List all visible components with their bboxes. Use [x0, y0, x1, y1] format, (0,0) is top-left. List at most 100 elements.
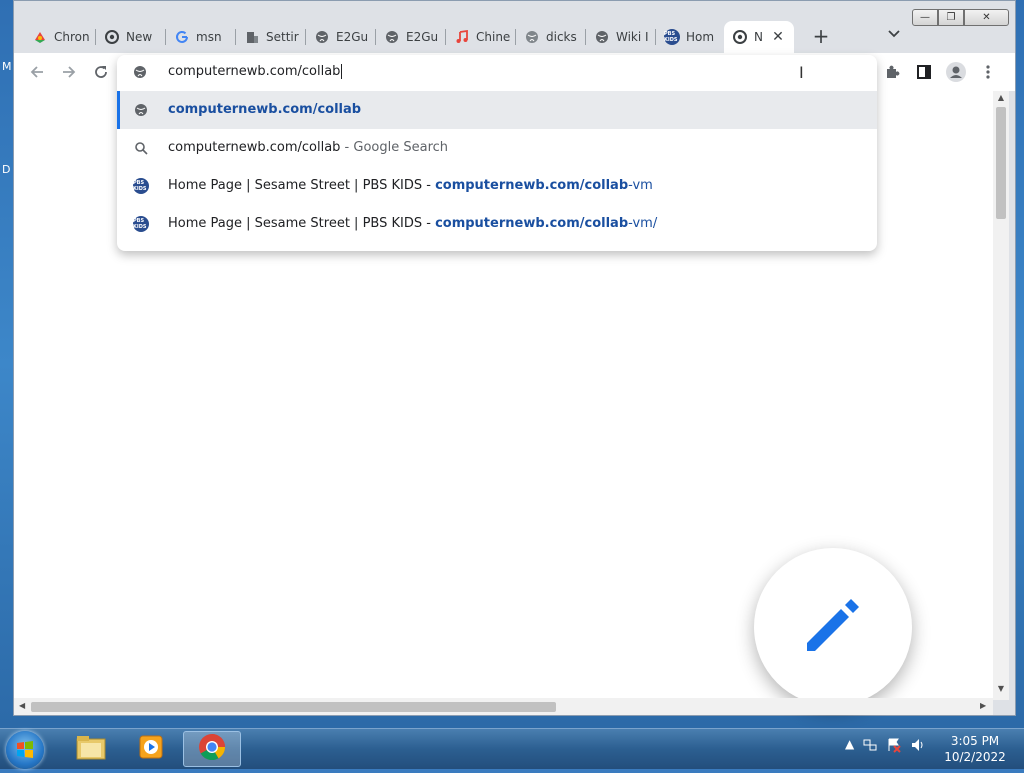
address-input: computernewb.com/collab: [168, 64, 343, 79]
globe-icon: [133, 102, 149, 118]
globe-icon: [524, 29, 540, 45]
suggestion-bold: computernewb.com/collab: [168, 102, 362, 117]
suggestion-bold: computernewb.com/collab: [435, 178, 629, 193]
taskbar-clock[interactable]: 3:05 PM 10/2/2022: [940, 733, 1010, 765]
desktop-icon-label: M: [2, 60, 12, 73]
text-cursor-icon: I: [799, 63, 804, 82]
taskbar: ▲ 3:05 PM 10/2/2022: [0, 728, 1024, 769]
horizontal-scrollbar[interactable]: ◀ ▶: [14, 698, 993, 715]
scroll-right-icon[interactable]: ▶: [980, 701, 986, 710]
horizontal-scroll-thumb[interactable]: [31, 702, 556, 712]
scroll-left-icon[interactable]: ◀: [19, 701, 25, 710]
forward-icon[interactable]: [59, 62, 79, 82]
chrome-icon: [732, 29, 748, 45]
media-player-icon: [136, 732, 166, 766]
tab-new[interactable]: New: [96, 21, 166, 53]
chrome-window: Chron New msn Settir E2Gu E2Gu Chine dic…: [13, 0, 1016, 716]
vertical-scroll-thumb[interactable]: [996, 107, 1006, 219]
building-icon: [244, 29, 260, 45]
tab-home[interactable]: PBS KIDS Hom: [656, 21, 724, 53]
windows-logo-icon: [17, 741, 33, 758]
tab-search-chevron-icon[interactable]: [884, 27, 904, 47]
minimize-button[interactable]: —: [912, 9, 938, 26]
action-center-flag-icon[interactable]: [886, 737, 902, 756]
suggestion-bold: computernewb.com/collab: [435, 216, 629, 231]
tab-e2gu-2[interactable]: E2Gu: [376, 21, 446, 53]
omnibox-dropdown: computernewb.com/collab I computernewb.c…: [117, 55, 877, 251]
google-icon: [174, 29, 190, 45]
suggestion-history[interactable]: PBS KIDS Home Page | Sesame Street | PBS…: [117, 205, 877, 243]
tab-msn[interactable]: msn: [166, 21, 236, 53]
search-icon: [133, 140, 149, 156]
vertical-scrollbar[interactable]: ▲ ▼: [993, 91, 1009, 700]
clock-date: 10/2/2022: [944, 750, 1006, 764]
pbs-kids-icon: PBS KIDS: [133, 216, 149, 232]
volume-icon[interactable]: [910, 737, 926, 756]
restore-button[interactable]: ❐: [938, 9, 964, 26]
system-tray: ▲: [845, 737, 926, 756]
reload-icon[interactable]: [91, 62, 111, 82]
suggestion-url[interactable]: computernewb.com/collab: [117, 91, 877, 129]
scroll-down-icon[interactable]: ▼: [996, 684, 1006, 696]
globe-icon: [594, 29, 610, 45]
globe-icon: [133, 65, 147, 83]
pbs-kids-icon: PBS KIDS: [664, 29, 680, 45]
tab-label: msn: [196, 30, 222, 44]
address-input-text[interactable]: computernewb.com/collab: [168, 64, 340, 79]
music-note-icon: [454, 29, 470, 45]
suggestion-rest: -vm: [628, 178, 653, 193]
profile-avatar-icon[interactable]: [946, 62, 966, 82]
chrome-icon: [104, 29, 120, 45]
menu-kebab-icon[interactable]: [978, 62, 998, 82]
suggestion-history[interactable]: PBS KIDS Home Page | Sesame Street | PBS…: [117, 167, 877, 205]
extensions-puzzle-icon[interactable]: [882, 62, 902, 82]
suggestion-text: computernewb.com/collab: [168, 140, 341, 155]
tab-chine[interactable]: Chine: [446, 21, 516, 53]
pencil-icon: [801, 593, 865, 661]
suggestion-title: Home Page | Sesame Street | PBS KIDS -: [168, 178, 436, 193]
tab-label: E2Gu: [336, 30, 369, 44]
tab-label: dicks: [546, 30, 577, 44]
network-icon[interactable]: [862, 737, 878, 756]
tab-active[interactable]: N ✕: [724, 21, 794, 53]
folder-icon: [75, 733, 107, 765]
chrome-logo-icon: [197, 732, 227, 766]
tab-settings[interactable]: Settir: [236, 21, 306, 53]
desktop-icon-label: D: [2, 163, 11, 176]
start-button[interactable]: [6, 731, 44, 769]
globe-icon: [314, 29, 330, 45]
tab-strip: Chron New msn Settir E2Gu E2Gu Chine dic…: [14, 1, 1015, 53]
show-hidden-icons-icon[interactable]: ▲: [845, 737, 854, 756]
clock-time: 3:05 PM: [950, 734, 1000, 748]
new-tab-button[interactable]: +: [809, 26, 833, 48]
media-player-taskbar-button[interactable]: [122, 731, 180, 767]
chrome-taskbar-button[interactable]: [183, 731, 241, 767]
back-icon[interactable]: [27, 62, 47, 82]
tab-label: E2Gu: [406, 30, 439, 44]
tab-label: Hom: [686, 30, 715, 44]
scroll-up-icon[interactable]: ▲: [996, 93, 1006, 105]
explorer-taskbar-button[interactable]: [62, 731, 120, 767]
text-caret: [341, 64, 343, 79]
tab-e2gu-1[interactable]: E2Gu: [306, 21, 376, 53]
chrome-logo-icon: [32, 29, 48, 45]
suggestion-title: Home Page | Sesame Street | PBS KIDS -: [168, 216, 436, 231]
edit-fab-button[interactable]: [754, 548, 912, 706]
globe-icon: [384, 29, 400, 45]
suggestion-rest: -vm/: [628, 216, 658, 231]
close-tab-icon[interactable]: ✕: [768, 27, 788, 47]
tab-chrome[interactable]: Chron: [24, 21, 96, 53]
tab-label: Chron: [54, 30, 90, 44]
window-controls: — ❐ ✕: [912, 9, 1009, 26]
tab-wiki[interactable]: Wiki I: [586, 21, 656, 53]
address-bar[interactable]: computernewb.com/collab I: [117, 55, 877, 91]
suggestion-search[interactable]: computernewb.com/collab - Google Search: [117, 129, 877, 167]
side-panel-icon[interactable]: [914, 62, 934, 82]
tab-label: Settir: [266, 30, 299, 44]
tab-label: Chine: [476, 30, 511, 44]
tab-label: New: [126, 30, 153, 44]
suggestion-suffix: - Google Search: [340, 140, 449, 155]
tab-label: Wiki I: [616, 30, 649, 44]
tab-dicks[interactable]: dicks: [516, 21, 586, 53]
close-window-button[interactable]: ✕: [964, 9, 1009, 26]
